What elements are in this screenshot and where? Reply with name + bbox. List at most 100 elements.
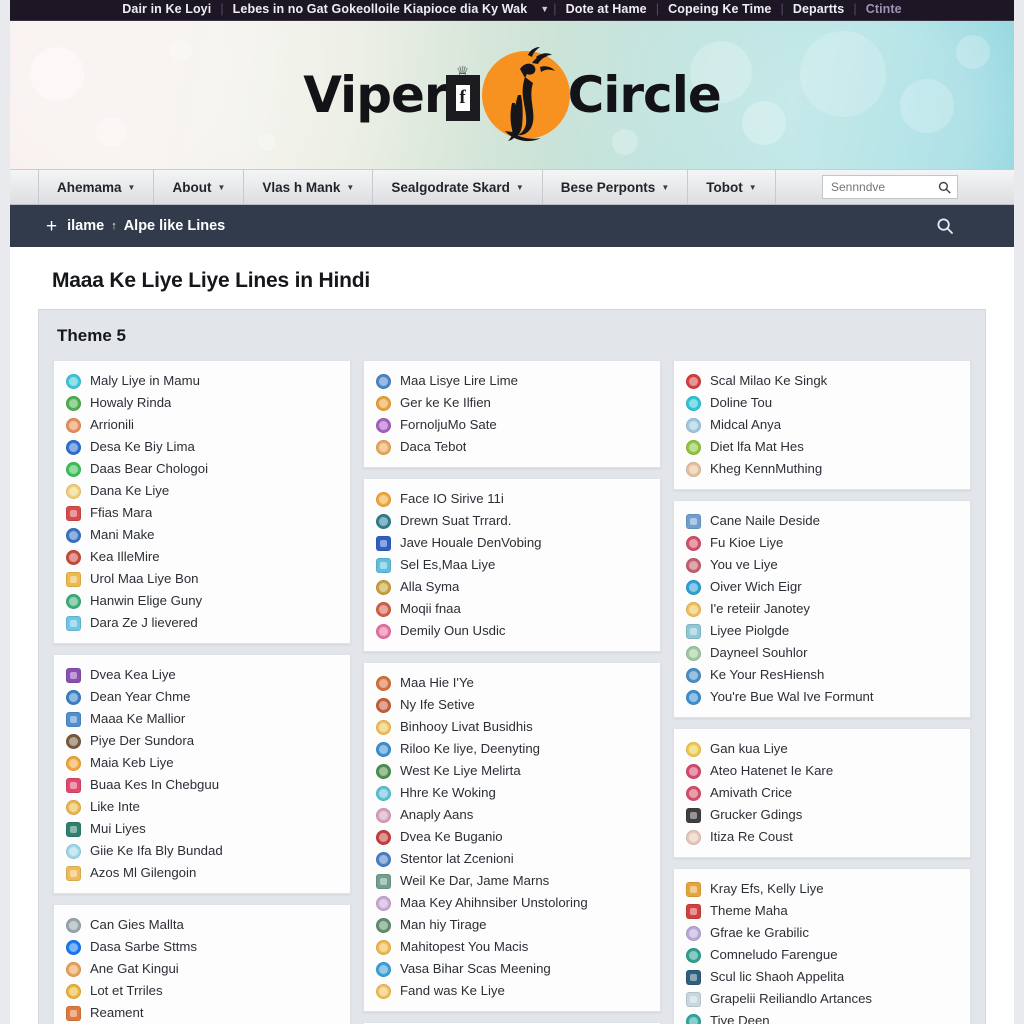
list-item[interactable]: Dara Ze J lievered: [66, 612, 340, 634]
list-item[interactable]: Gfrae ke Grabilic: [686, 922, 960, 944]
list-item[interactable]: You're Bue Wal Ive Formunt: [686, 686, 960, 708]
list-item[interactable]: Doline Tou: [686, 392, 960, 414]
list-item[interactable]: Itiza Re Coust: [686, 826, 960, 848]
list-item[interactable]: Daas Bear Chologoi: [66, 458, 340, 480]
list-item[interactable]: Scul lic Shaoh Appelita: [686, 966, 960, 988]
breadcrumb-item-home[interactable]: ilame: [67, 218, 104, 234]
list-item[interactable]: Maly Liye in Mamu: [66, 370, 340, 392]
list-item[interactable]: Kray Efs, Kelly Liye: [686, 878, 960, 900]
list-item[interactable]: Grapelii Reiliandlo Artances: [686, 988, 960, 1010]
list-item[interactable]: Theme Maha: [686, 900, 960, 922]
list-item[interactable]: Reament: [66, 1002, 340, 1024]
list-item[interactable]: Oiver Wich Eigr: [686, 576, 960, 598]
topbar-link-3[interactable]: Copeing Ke Time: [659, 2, 780, 16]
list-item[interactable]: Weil Ke Dar, Jame Marns: [376, 870, 650, 892]
list-item[interactable]: You ve Liye: [686, 554, 960, 576]
list-item[interactable]: Maa Hie I'Ye: [376, 672, 650, 694]
list-item[interactable]: Fand was Ke Liye: [376, 980, 650, 1002]
list-item[interactable]: Maaa Ke Mallior: [66, 708, 340, 730]
list-item[interactable]: Ny Ife Setive: [376, 694, 650, 716]
list-item[interactable]: Mani Make: [66, 524, 340, 546]
list-item[interactable]: Mahitopest You Macis: [376, 936, 650, 958]
list-item[interactable]: Maa Lisye Lire Lime: [376, 370, 650, 392]
list-item[interactable]: Howaly Rinda: [66, 392, 340, 414]
list-item[interactable]: Daca Tebot: [376, 436, 650, 458]
list-item[interactable]: Jave Houale DenVobing: [376, 532, 650, 554]
topbar-link-5[interactable]: Ctinte: [857, 2, 911, 16]
topbar-link-0[interactable]: Dair in Ke Loyi: [113, 2, 220, 16]
list-item[interactable]: Fu Kioe Liye: [686, 532, 960, 554]
list-item[interactable]: Ke Your ResHiensh: [686, 664, 960, 686]
list-item[interactable]: Azos Ml Gilengoin: [66, 862, 340, 884]
topbar-link-2[interactable]: Dote at Hame: [557, 2, 656, 16]
list-item[interactable]: Dasa Sarbe Sttms: [66, 936, 340, 958]
list-item[interactable]: Dean Year Chme: [66, 686, 340, 708]
list-item[interactable]: Face IO Sirive 11i: [376, 488, 650, 510]
list-item[interactable]: Sel Es,Maa Liye: [376, 554, 650, 576]
list-item[interactable]: Desa Ke Biy Lima: [66, 436, 340, 458]
list-item[interactable]: Lot et Trriles: [66, 980, 340, 1002]
list-item[interactable]: Dvea Ke Buganio: [376, 826, 650, 848]
list-item[interactable]: Binhooy Livat Busidhis: [376, 716, 650, 738]
nav-item-3[interactable]: Sealgodrate Skard ▼: [373, 170, 543, 204]
list-item[interactable]: Maia Keb Liye: [66, 752, 340, 774]
nav-item-1[interactable]: About ▼: [154, 170, 245, 204]
list-item[interactable]: Maa Key Ahihnsiber Unstoloring: [376, 892, 650, 914]
list-item[interactable]: Giie Ke Ifa Bly Bundad: [66, 840, 340, 862]
list-item[interactable]: Moqii fnaa: [376, 598, 650, 620]
list-item[interactable]: Vasa Bihar Scas Meening: [376, 958, 650, 980]
list-item[interactable]: Ateo Hatenet Ie Kare: [686, 760, 960, 782]
search-input[interactable]: [829, 179, 934, 195]
list-item[interactable]: Urol Maa Liye Bon: [66, 568, 340, 590]
nav-item-2[interactable]: Vlas h Mank ▼: [244, 170, 374, 204]
nav-item-5[interactable]: Tobot ▼: [688, 170, 776, 204]
list-item[interactable]: Liyee Piolgde: [686, 620, 960, 642]
list-item[interactable]: Hhre Ke Woking: [376, 782, 650, 804]
list-item[interactable]: Tiye Deen: [686, 1010, 960, 1024]
list-item[interactable]: Cane Naile Deside: [686, 510, 960, 532]
list-item[interactable]: Stentor lat Zcenioni: [376, 848, 650, 870]
topbar-link-1[interactable]: Lebes in no Gat Gokeolloile Kiapioce dia…: [224, 2, 537, 16]
list-item[interactable]: Riloo Ke liye, Deenyting: [376, 738, 650, 760]
list-item[interactable]: Demily Oun Usdic: [376, 620, 650, 642]
list-item[interactable]: I'e reteiir Janotey: [686, 598, 960, 620]
add-icon[interactable]: +: [46, 217, 57, 236]
list-item[interactable]: Piye Der Sundora: [66, 730, 340, 752]
list-item[interactable]: Anaply Aans: [376, 804, 650, 826]
list-item[interactable]: Hanwin Elige Guny: [66, 590, 340, 612]
topbar-link-4[interactable]: Departts: [784, 2, 854, 16]
list-item[interactable]: FornoljuMo Sate: [376, 414, 650, 436]
list-item[interactable]: Like Inte: [66, 796, 340, 818]
list-item[interactable]: Dvea Kea Liye: [66, 664, 340, 686]
list-item[interactable]: Drewn Suat Trrard.: [376, 510, 650, 532]
nav-item-4[interactable]: Bese Perponts ▼: [543, 170, 689, 204]
list-item[interactable]: Gan kua Liye: [686, 738, 960, 760]
chevron-down-icon[interactable]: ▼: [536, 4, 553, 14]
list-item[interactable]: Grucker Gdings: [686, 804, 960, 826]
list-item[interactable]: Ger ke Ke Ilfien: [376, 392, 650, 414]
site-logo[interactable]: Viper ♕ f Circle: [303, 43, 722, 147]
list-item[interactable]: Can Gies Mallta: [66, 914, 340, 936]
nav-item-0[interactable]: Ahemama ▼: [38, 170, 155, 204]
list-item[interactable]: Kheg KennMuthing: [686, 458, 960, 480]
list-item[interactable]: Buaa Kes In Chebguu: [66, 774, 340, 796]
list-item[interactable]: Amivath Crice: [686, 782, 960, 804]
list-item[interactable]: Comneludo Farengue: [686, 944, 960, 966]
list-item[interactable]: Arrionili: [66, 414, 340, 436]
list-item[interactable]: Ffias Mara: [66, 502, 340, 524]
list-item[interactable]: Midcal Anya: [686, 414, 960, 436]
list-item[interactable]: Man hiy Tirage: [376, 914, 650, 936]
search-icon[interactable]: [936, 217, 954, 235]
list-item[interactable]: Dayneel Souhlor: [686, 642, 960, 664]
search-icon[interactable]: [938, 181, 951, 194]
nav-search-box[interactable]: [822, 175, 958, 199]
list-item[interactable]: Ane Gat Kingui: [66, 958, 340, 980]
list-item[interactable]: Mui Liyes: [66, 818, 340, 840]
list-item[interactable]: Kea IlleMire: [66, 546, 340, 568]
breadcrumb-item-current[interactable]: Alpe like Lines: [124, 218, 226, 234]
list-item[interactable]: Alla Syma: [376, 576, 650, 598]
list-item[interactable]: Scal Milao Ke Singk: [686, 370, 960, 392]
list-item[interactable]: Diet lfa Mat Hes: [686, 436, 960, 458]
list-item[interactable]: Dana Ke Liye: [66, 480, 340, 502]
list-item[interactable]: West Ke Liye Melirta: [376, 760, 650, 782]
